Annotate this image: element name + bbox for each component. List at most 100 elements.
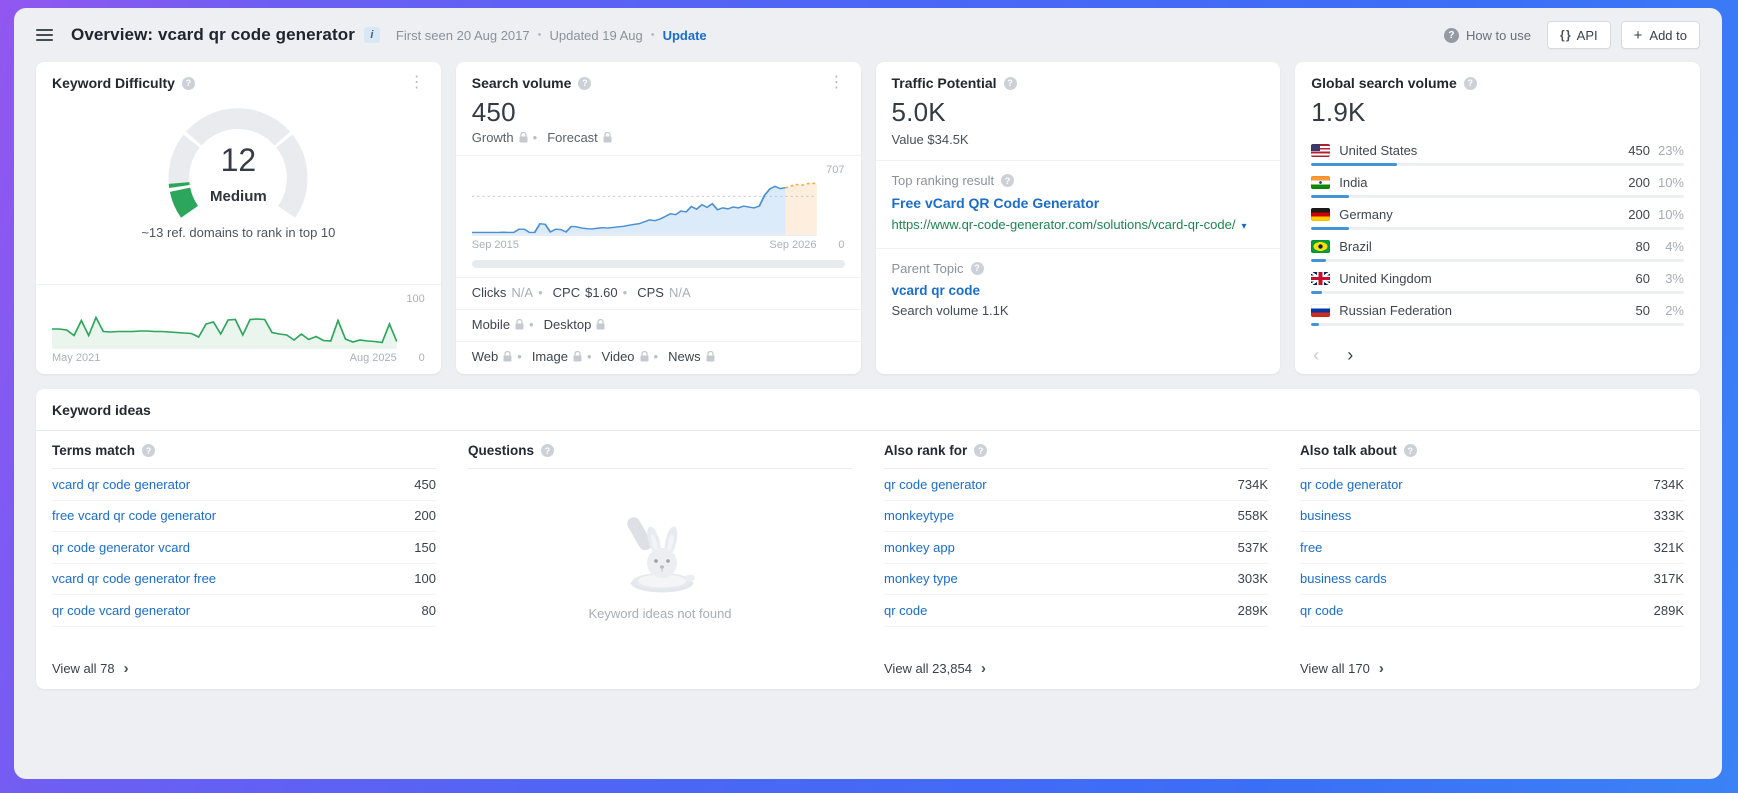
keyword-link[interactable]: qr code generator vcard xyxy=(52,540,404,555)
kd-note: ~13 ref. domains to rank in top 10 xyxy=(36,225,441,240)
api-button[interactable]: { } API xyxy=(1547,21,1611,49)
locked-toggle[interactable]: Desktop xyxy=(524,317,605,332)
keyword-row: qr code generator vcard 150 xyxy=(52,532,436,564)
keyword-link[interactable]: business cards xyxy=(1300,571,1644,586)
metric-item: Clicks N/A xyxy=(472,285,533,300)
help-icon[interactable]: ? xyxy=(541,444,554,457)
dot-separator: • xyxy=(538,29,542,41)
prev-page-icon[interactable]: ‹ xyxy=(1313,346,1319,364)
lock-icon xyxy=(603,132,612,143)
how-to-use-link[interactable]: ? How to use xyxy=(1444,28,1531,43)
keyword-link[interactable]: qr code xyxy=(1300,603,1644,618)
menu-icon[interactable] xyxy=(36,26,53,44)
keyword-link[interactable]: monkey app xyxy=(884,540,1228,555)
locked-toggle[interactable]: Growth xyxy=(472,130,528,145)
keyword-link[interactable]: business xyxy=(1300,508,1644,523)
locked-toggle[interactable]: Video xyxy=(582,349,649,364)
help-icon[interactable]: ? xyxy=(1004,77,1017,90)
gsv-card-title: Global search volume xyxy=(1311,75,1457,91)
kebab-menu-icon[interactable]: ⋮ xyxy=(409,75,425,91)
locked-toggle[interactable]: Forecast xyxy=(528,130,612,145)
country-row[interactable]: Russian Federation 50 2% xyxy=(1295,294,1700,326)
sv-platforms-row: Web Image xyxy=(456,341,861,374)
view-all-link[interactable]: View all 23,854 › xyxy=(884,648,1268,689)
keyword-link[interactable]: qr code generator xyxy=(884,477,1228,492)
help-icon[interactable]: ? xyxy=(182,77,195,90)
terms-match-header: Terms match xyxy=(52,443,135,458)
keyword-link[interactable]: free xyxy=(1300,540,1644,555)
view-all-label: View all 170 xyxy=(1300,661,1370,676)
country-row[interactable]: Brazil 80 4% xyxy=(1295,230,1700,262)
top-ranking-result-link[interactable]: Free vCard QR Code Generator xyxy=(876,188,1281,211)
metric-value: N/A xyxy=(511,285,533,300)
country-bar-fill xyxy=(1311,323,1318,326)
kebab-menu-icon[interactable]: ⋮ xyxy=(829,75,845,91)
keyword-link[interactable]: monkeytype xyxy=(884,508,1228,523)
parent-topic-link[interactable]: vcard qr code xyxy=(876,276,1281,298)
app-window: Overview: vcard qr code generator i Firs… xyxy=(14,8,1722,779)
view-all-link[interactable]: View all 170 › xyxy=(1300,648,1684,689)
locked-toggle[interactable]: Mobile xyxy=(472,317,524,332)
top-ranking-url[interactable]: https://www.qr-code-generator.com/soluti… xyxy=(876,211,1281,235)
keyword-link[interactable]: qr code xyxy=(884,603,1228,618)
country-flag-icon xyxy=(1311,304,1330,317)
sv-y-max: 707 xyxy=(817,164,845,176)
next-page-icon[interactable]: › xyxy=(1347,346,1353,364)
country-row[interactable]: India 200 10% xyxy=(1295,166,1700,198)
first-seen-text: First seen 20 Aug 2017 xyxy=(396,28,530,43)
keyword-volume: 537K xyxy=(1238,540,1268,555)
keyword-link[interactable]: free vcard qr code generator xyxy=(52,508,404,523)
help-icon[interactable]: ? xyxy=(1464,77,1477,90)
empty-state: Keyword ideas not found xyxy=(468,469,852,689)
page-title: Overview: vcard qr code generator xyxy=(71,25,355,45)
country-percent: 10% xyxy=(1650,207,1684,222)
sv-toggles: Growth Forecast xyxy=(456,130,861,145)
keyword-row: qr code 289K xyxy=(884,595,1268,627)
locked-toggle[interactable]: News xyxy=(649,349,715,364)
metric-value: N/A xyxy=(669,285,691,300)
url-text: https://www.qr-code-generator.com/soluti… xyxy=(892,217,1236,232)
keyword-volume: 333K xyxy=(1654,508,1684,523)
help-icon[interactable]: ? xyxy=(142,444,155,457)
keyword-row: monkeytype 558K xyxy=(884,501,1268,533)
keyword-link[interactable]: vcard qr code generator free xyxy=(52,571,404,586)
help-icon[interactable]: ? xyxy=(974,444,987,457)
expand-caret-icon[interactable]: ▾ xyxy=(1241,221,1246,232)
empty-state-text: Keyword ideas not found xyxy=(588,606,731,621)
keyword-volume: 734K xyxy=(1654,477,1684,492)
lock-icon xyxy=(519,132,528,143)
country-percent: 23% xyxy=(1650,143,1684,158)
country-row[interactable]: United Kingdom 60 3% xyxy=(1295,262,1700,294)
lock-icon xyxy=(596,319,605,330)
keyword-volume: 150 xyxy=(414,540,436,555)
kd-y-min: 0 xyxy=(397,352,425,364)
country-row[interactable]: United States 450 23% xyxy=(1295,134,1700,166)
keyword-link[interactable]: monkey type xyxy=(884,571,1228,586)
keyword-volume: 289K xyxy=(1654,603,1684,618)
info-badge[interactable]: i xyxy=(364,27,380,43)
country-row[interactable]: Germany 200 10% xyxy=(1295,198,1700,230)
keyword-difficulty-card: Keyword Difficulty ? ⋮ 12 Medium ~13 ref… xyxy=(36,62,441,374)
country-name: Brazil xyxy=(1339,239,1627,254)
help-icon[interactable]: ? xyxy=(578,77,591,90)
help-icon[interactable]: ? xyxy=(971,262,984,275)
kd-score: 12 xyxy=(36,142,441,179)
keyword-link[interactable]: qr code vcard generator xyxy=(52,603,412,618)
update-link[interactable]: Update xyxy=(663,28,707,43)
help-icon[interactable]: ? xyxy=(1001,174,1014,187)
keyword-link[interactable]: qr code generator xyxy=(1300,477,1644,492)
locked-toggle[interactable]: Web xyxy=(472,349,513,364)
country-volume: 80 xyxy=(1636,239,1650,254)
locked-toggle[interactable]: Image xyxy=(512,349,582,364)
chart-brush-slider[interactable] xyxy=(472,260,845,268)
rabbit-illustration xyxy=(605,512,715,598)
add-to-button[interactable]: + Add to xyxy=(1621,21,1700,49)
lock-icon xyxy=(640,351,649,362)
help-icon[interactable]: ? xyxy=(1404,444,1417,457)
kd-y-max: 100 xyxy=(397,293,425,305)
keyword-row: qr code vcard generator 80 xyxy=(52,595,436,627)
kd-gauge: 12 Medium xyxy=(36,95,441,241)
keyword-link[interactable]: vcard qr code generator xyxy=(52,477,404,492)
view-all-link[interactable]: View all 78 › xyxy=(52,648,436,689)
device-label: Desktop xyxy=(544,317,592,332)
